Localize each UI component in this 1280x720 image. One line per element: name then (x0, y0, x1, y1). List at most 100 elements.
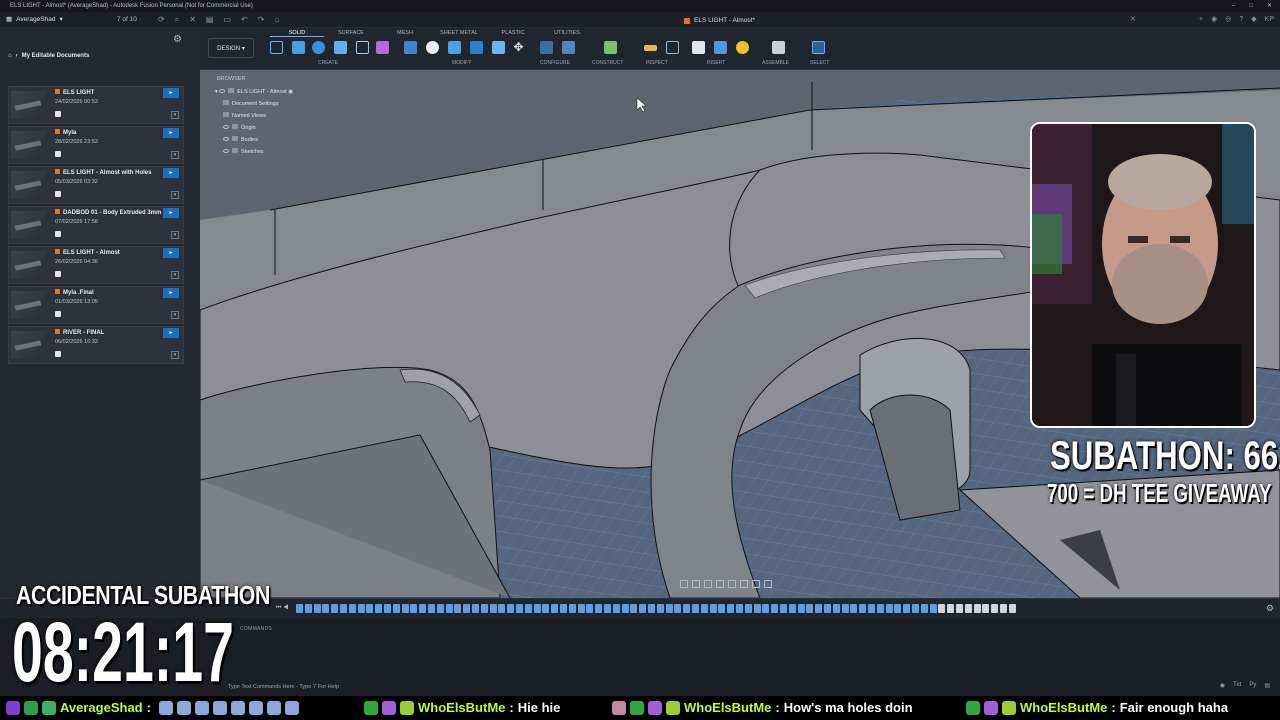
split-icon[interactable] (492, 41, 505, 54)
insert-image-icon[interactable] (714, 41, 727, 54)
timeline-feature[interactable] (938, 604, 946, 613)
new-sketch-icon[interactable] (270, 41, 283, 54)
tab-sheet-metal[interactable]: SHEET METAL (432, 30, 486, 37)
version-badge[interactable]: ▸ (163, 88, 179, 98)
timeline-feature[interactable] (762, 604, 770, 613)
timeline-feature[interactable] (604, 604, 611, 613)
tab-solid[interactable]: SOLID (270, 30, 324, 37)
offset-plane-icon[interactable] (604, 41, 617, 54)
command-input[interactable]: Type Text Commands Here - Type '/' For H… (228, 684, 339, 690)
timeline-feature[interactable] (718, 604, 726, 613)
timeline-feature[interactable] (674, 604, 682, 613)
timeline-feature[interactable] (885, 604, 893, 613)
shell-icon[interactable] (448, 41, 461, 54)
group-select[interactable]: SELECT (810, 60, 829, 66)
minimize-button[interactable]: – (1232, 0, 1235, 12)
fillet-icon[interactable] (426, 41, 439, 54)
timeline-feature[interactable] (384, 604, 391, 613)
eye-icon[interactable] (223, 149, 229, 153)
version-badge[interactable]: ▸ (163, 208, 179, 218)
timeline-feature[interactable] (648, 604, 655, 613)
job-status-icon[interactable]: ◎ (1225, 12, 1231, 28)
look-at-icon[interactable] (692, 580, 700, 588)
timeline-feature[interactable] (850, 604, 858, 613)
timeline-feature[interactable] (542, 604, 550, 613)
timeline-feature[interactable] (991, 604, 999, 613)
timeline-feature[interactable] (709, 604, 717, 613)
timeline-feature[interactable] (894, 604, 902, 613)
timeline-feature[interactable] (656, 604, 664, 613)
orbit-icon[interactable] (680, 580, 688, 588)
document-card[interactable]: Myla 28/02/2026 23:53 ▸ ▾ (8, 126, 184, 164)
timeline-feature[interactable] (322, 604, 330, 613)
tab-close-icon[interactable]: ✕ (1130, 12, 1136, 28)
grid-settings-icon[interactable] (752, 580, 760, 588)
browser-node-bodies[interactable]: Bodies (223, 136, 258, 143)
timeline-feature[interactable] (524, 604, 532, 613)
extrude-icon[interactable] (292, 41, 305, 54)
insert-mcmaster-icon[interactable] (736, 41, 749, 54)
search-icon[interactable]: ⌕ (175, 12, 179, 28)
timeline-feature[interactable] (366, 604, 374, 613)
timeline-feature[interactable] (480, 604, 488, 613)
version-badge[interactable]: ▸ (163, 248, 179, 258)
close-button[interactable]: ✕ (1267, 0, 1272, 12)
timeline-feature[interactable] (920, 604, 928, 613)
eye-icon[interactable] (223, 137, 229, 141)
group-insert[interactable]: INSERT (707, 60, 725, 66)
timeline-feature[interactable] (560, 604, 567, 613)
eye-icon[interactable] (219, 89, 226, 93)
timeline-feature[interactable] (964, 604, 972, 613)
timeline-feature[interactable] (489, 604, 497, 613)
home-icon[interactable]: ⌂ (274, 12, 279, 28)
timeline-feature[interactable] (568, 604, 576, 613)
browser-node-origin[interactable]: Origin (223, 124, 256, 131)
timeline-feature[interactable] (533, 604, 541, 613)
user-avatar[interactable]: KP (1265, 12, 1274, 28)
create-form-icon[interactable] (376, 41, 389, 54)
document-card[interactable]: Myla .Final 01/03/2026 13:05 ▸ ▾ (8, 286, 184, 324)
timeline-feature[interactable] (806, 604, 814, 613)
document-count[interactable]: 7 of 10 (117, 12, 137, 28)
timeline-feature[interactable] (859, 604, 867, 613)
timeline-feature[interactable] (436, 604, 444, 613)
eye-icon[interactable] (223, 125, 229, 129)
gear-icon[interactable]: ⚙ (1266, 603, 1274, 614)
timeline-feature[interactable] (736, 604, 743, 613)
timeline-feature[interactable] (815, 604, 823, 613)
hole-icon[interactable] (334, 41, 347, 54)
timeline-feature[interactable] (410, 604, 418, 613)
py-toggle[interactable]: Py (1249, 682, 1256, 689)
timeline-feature[interactable] (463, 604, 471, 613)
chevron-down-icon[interactable]: ▾ (171, 311, 179, 319)
timeline-feature[interactable] (348, 604, 356, 613)
timeline-feature[interactable] (577, 604, 585, 613)
version-badge[interactable]: ▸ (163, 328, 179, 338)
new-tab-icon[interactable]: + (1199, 12, 1203, 28)
configure-table-icon[interactable] (562, 41, 575, 54)
version-badge[interactable]: ▸ (163, 128, 179, 138)
group-configure[interactable]: CONFIGURE (540, 60, 570, 66)
version-badge[interactable]: ▸ (163, 168, 179, 178)
document-card[interactable]: ELS LIGHT - Almost with Holes 05/03/2026… (8, 166, 184, 204)
timeline-feature[interactable] (586, 604, 594, 613)
pattern-icon[interactable] (356, 41, 369, 54)
timeline-feature[interactable] (956, 604, 963, 613)
chevron-down-icon[interactable]: ▾ (171, 111, 179, 119)
timeline-feature[interactable] (507, 604, 515, 613)
combine-icon[interactable] (470, 41, 483, 54)
measure-icon[interactable] (644, 45, 657, 51)
save-icon[interactable]: ▭ (223, 12, 231, 28)
timeline-feature[interactable] (982, 604, 990, 613)
timeline-feature[interactable] (692, 604, 699, 613)
timeline-feature[interactable] (340, 604, 347, 613)
chevron-down-icon[interactable]: ▾ (171, 191, 179, 199)
timeline-feature[interactable] (516, 604, 523, 613)
timeline-feature[interactable] (683, 604, 691, 613)
timeline-feature[interactable] (744, 604, 752, 613)
press-pull-icon[interactable] (404, 41, 417, 54)
timeline-feature[interactable] (1008, 604, 1016, 613)
fit-icon[interactable] (728, 580, 736, 588)
home-icon[interactable]: ⌂ (8, 53, 12, 59)
timeline-feature[interactable] (472, 604, 479, 613)
